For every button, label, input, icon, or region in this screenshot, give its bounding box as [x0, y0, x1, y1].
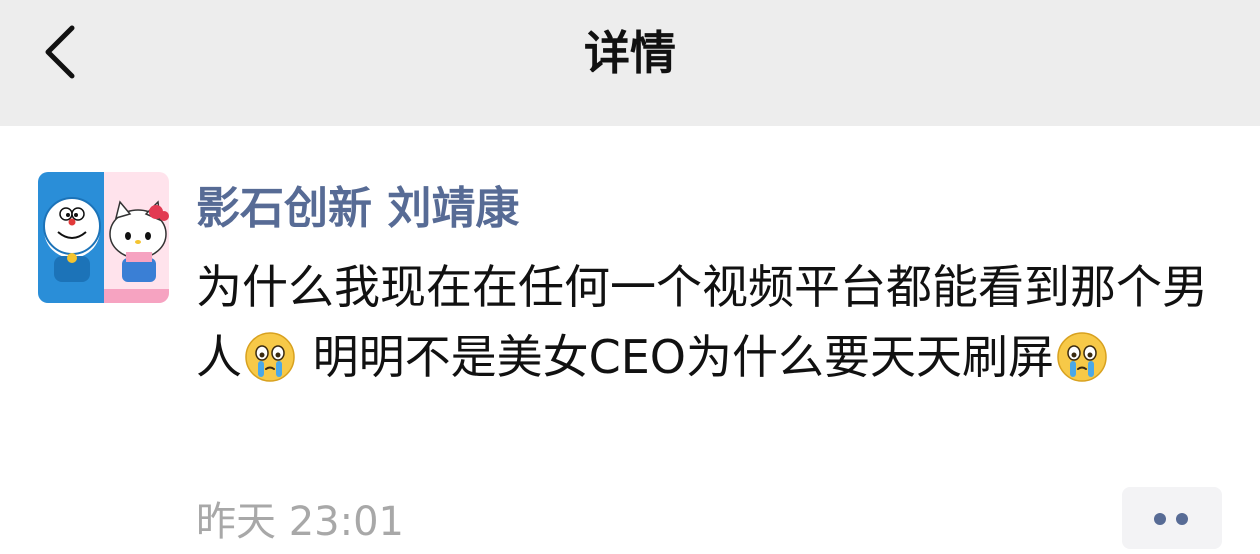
avatar[interactable]	[38, 172, 169, 303]
post-time: 昨天 23:01	[196, 499, 404, 545]
more-dots-icon	[1154, 513, 1166, 525]
crying-face-emoji-icon	[1057, 332, 1107, 382]
more-button[interactable]	[1122, 487, 1222, 549]
post-content: 影石创新 刘靖康 为什么我现在在任何一个视频平台都能看到那个男人 明明不是美女C…	[196, 172, 1236, 392]
crying-face-emoji-icon	[245, 332, 295, 382]
more-dots-icon	[1176, 513, 1188, 525]
post-text-part-2: 明明不是美女CEO为什么要天天刷屏	[298, 330, 1055, 384]
doraemon-hello-kitty-avatar	[38, 172, 169, 303]
top-navigation-bar: 详情	[0, 0, 1260, 126]
page-title: 详情	[584, 26, 676, 80]
post-text: 为什么我现在在任何一个视频平台都能看到那个男人 明明不是美女CEO为什么要天天刷…	[196, 252, 1236, 392]
author-name[interactable]: 影石创新 刘靖康	[196, 172, 1236, 246]
